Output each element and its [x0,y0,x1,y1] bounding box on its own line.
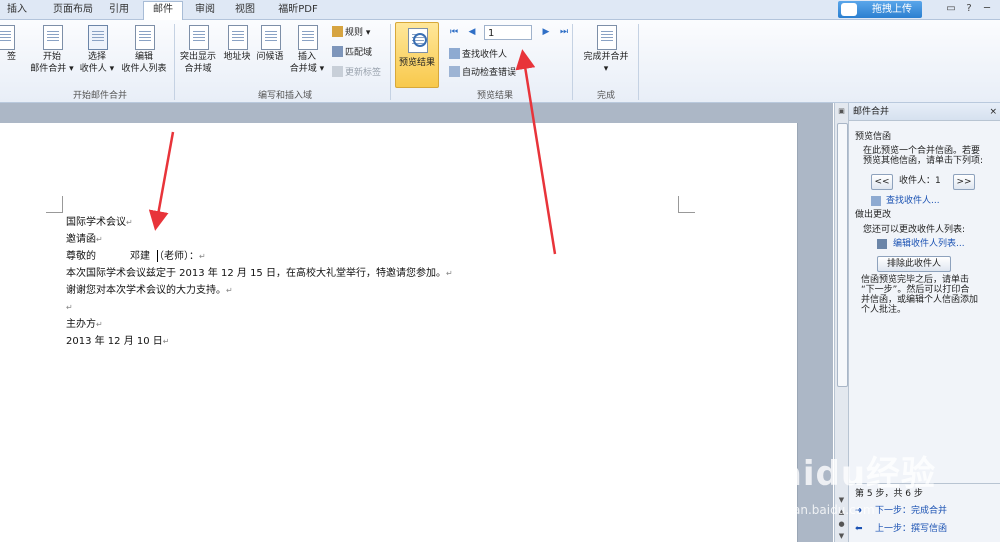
baidu-watermark: Baidu经验 [752,454,937,494]
arrow-to-recipient-name [148,131,175,231]
baidu-watermark-url: jingyan.baidu.com [764,503,875,517]
arrow-to-record-navigation [515,49,557,255]
